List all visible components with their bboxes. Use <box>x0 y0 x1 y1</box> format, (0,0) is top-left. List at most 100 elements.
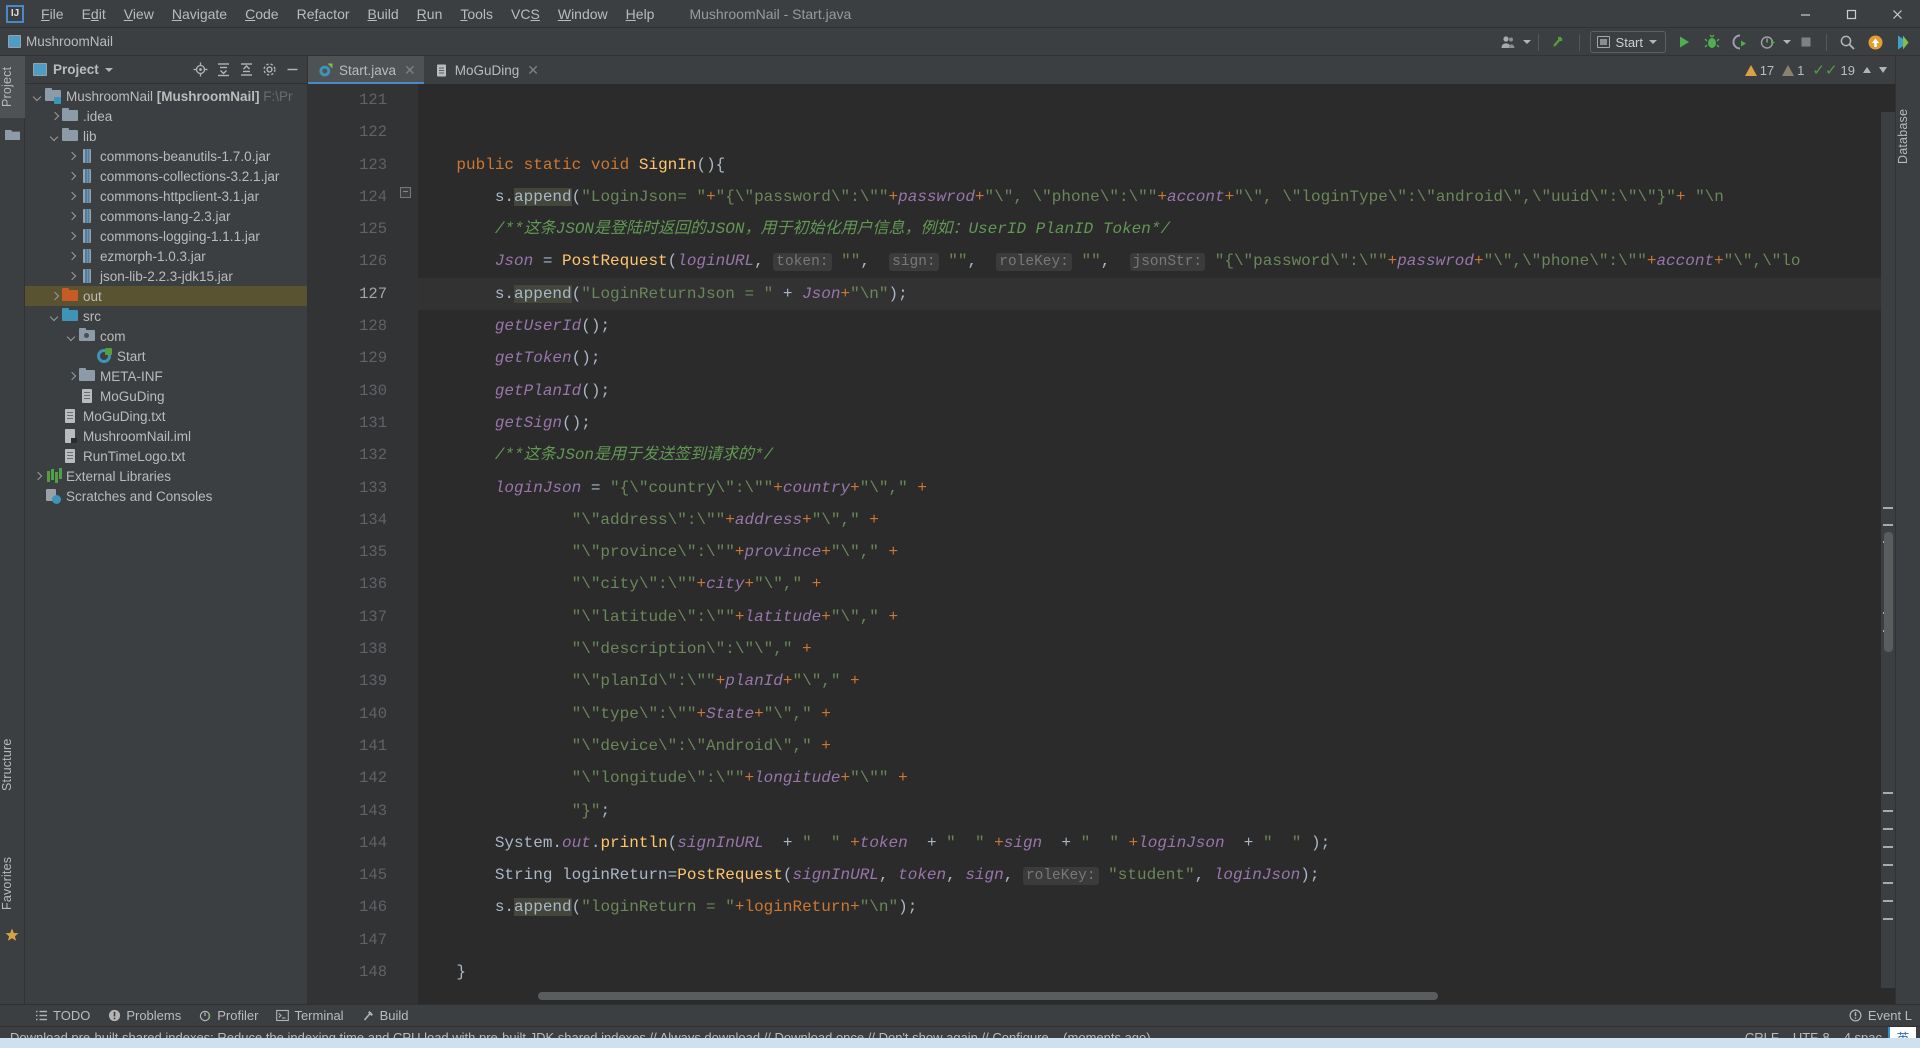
tab-close-icon[interactable]: ✕ <box>404 62 416 79</box>
code-line[interactable]: Json = PostRequest(loginURL, token: "", … <box>418 245 1895 277</box>
code-line[interactable]: System.out.println(signInURL + " " +toke… <box>418 827 1895 859</box>
tree-item[interactable]: META-INF <box>25 366 307 386</box>
code-line[interactable]: "\"planId\":\""+planId+"\"," + <box>418 665 1895 697</box>
line-number[interactable]: 126 <box>308 245 396 277</box>
code-line[interactable]: /**这条JSON是登陆时返回的JSON，用于初始化用户信息，例如：UserID… <box>418 213 1895 245</box>
collapse-all-icon[interactable] <box>235 59 257 81</box>
tree-expand-arrow[interactable] <box>65 250 78 263</box>
line-number[interactable]: 122 <box>308 116 396 148</box>
tree-item[interactable]: External Libraries <box>25 466 307 486</box>
tree-expand-arrow[interactable] <box>65 230 78 243</box>
tree-item[interactable]: lib <box>25 126 307 146</box>
tree-item[interactable]: commons-lang-2.3.jar <box>25 206 307 226</box>
code-line[interactable]: "\"device\":\"Android\"," + <box>418 730 1895 762</box>
tree-expand-arrow[interactable] <box>48 110 61 123</box>
line-number[interactable]: 129 <box>308 342 396 374</box>
tool-window-build[interactable]: Build <box>355 1006 416 1025</box>
menu-window[interactable]: Window <box>549 2 617 26</box>
menu-navigate[interactable]: Navigate <box>163 2 236 26</box>
code-folding-column[interactable]: − <box>396 84 418 1004</box>
tool-window-structure[interactable]: Structure <box>0 726 25 804</box>
menu-view[interactable]: View <box>115 2 163 26</box>
hide-panel-icon[interactable] <box>281 59 303 81</box>
bookmarks-icon[interactable] <box>5 128 20 142</box>
tab-moguding[interactable]: MoGuDing ✕ <box>424 56 547 84</box>
tree-item[interactable]: .idea <box>25 106 307 126</box>
project-tree[interactable]: MushroomNail [MushroomNail] F:\Pr .idea li… <box>25 84 307 506</box>
debug-button[interactable] <box>1699 30 1725 54</box>
tool-window-todo[interactable]: TODO <box>28 1006 97 1025</box>
line-number[interactable]: 146 <box>308 891 396 923</box>
code-line[interactable]: getPlanId(); <box>418 375 1895 407</box>
tool-window-profiler[interactable]: Profiler <box>192 1006 265 1025</box>
menu-refactor[interactable]: Refactor <box>288 2 359 26</box>
code-line[interactable]: getUserId(); <box>418 310 1895 342</box>
tree-item[interactable]: out <box>25 286 307 306</box>
tree-expand-arrow[interactable] <box>82 350 95 363</box>
chevron-down-icon[interactable] <box>104 67 113 72</box>
error-stripe-marker-bar[interactable] <box>1881 112 1895 988</box>
user-account-chevron-icon[interactable] <box>1522 40 1531 44</box>
tool-window-favorites[interactable]: Favorites <box>0 842 25 924</box>
warning-count[interactable]: 17 <box>1744 63 1774 78</box>
run-with-coverage-button[interactable] <box>1727 30 1753 54</box>
run-button[interactable] <box>1671 30 1697 54</box>
code-line[interactable] <box>418 116 1895 148</box>
line-number[interactable]: 127 <box>308 278 396 310</box>
menu-help[interactable]: Help <box>617 2 664 26</box>
settings-gear-icon[interactable] <box>258 59 280 81</box>
previous-problem-icon[interactable] <box>1863 67 1871 73</box>
horizontal-scrollbar-track[interactable] <box>418 990 1881 1004</box>
run-configuration-selector[interactable]: Start <box>1589 31 1666 53</box>
tree-item[interactable]: commons-httpclient-3.1.jar <box>25 186 307 206</box>
locate-icon[interactable] <box>189 59 211 81</box>
tree-expand-arrow[interactable] <box>48 130 61 143</box>
code-line[interactable]: "\"province\":\""+province+"\"," + <box>418 536 1895 568</box>
expand-all-icon[interactable] <box>212 59 234 81</box>
inspection-widget[interactable]: 17 1 ✓✓ 19 <box>1744 56 1887 84</box>
line-number[interactable]: 144 <box>308 827 396 859</box>
code-line[interactable]: "\"type\":\""+State+"\"," + <box>418 698 1895 730</box>
source-code[interactable]: public static void SignIn(){ s.append("L… <box>418 84 1895 1004</box>
code-line[interactable]: "\"address\":\""+address+"\"," + <box>418 504 1895 536</box>
code-line[interactable]: "\"longitude\":\""+longitude+"\"" + <box>418 762 1895 794</box>
line-number[interactable]: 145 <box>308 859 396 891</box>
tree-expand-arrow[interactable] <box>48 430 61 443</box>
code-line[interactable]: } <box>418 956 1895 988</box>
line-number[interactable]: 135 <box>308 536 396 568</box>
tree-item[interactable]: Scratches and Consoles <box>25 486 307 506</box>
code-editor[interactable]: 121 122 123 124 125 126 127 128 129 130 131 132 133 1… <box>308 84 1895 1004</box>
horizontal-scrollbar-thumb[interactable] <box>538 992 1438 1000</box>
tool-window-terminal[interactable]: Terminal <box>269 1006 350 1025</box>
tree-expand-arrow[interactable] <box>65 370 78 383</box>
vertical-scrollbar-thumb[interactable] <box>1884 532 1893 652</box>
fold-collapse-icon[interactable]: − <box>400 187 411 198</box>
tree-expand-arrow[interactable] <box>31 470 44 483</box>
stop-button[interactable] <box>1793 30 1819 54</box>
tree-expand-arrow[interactable] <box>31 490 44 503</box>
ok-count[interactable]: ✓✓ 19 <box>1812 63 1855 78</box>
maximize-button[interactable] <box>1828 0 1874 28</box>
menu-build[interactable]: Build <box>359 2 408 26</box>
code-line[interactable]: loginJson = "{\"country\":\""+country+"\… <box>418 472 1895 504</box>
code-line[interactable]: getSign(); <box>418 407 1895 439</box>
tree-item[interactable]: MushroomNail [MushroomNail] F:\Pr <box>25 86 307 106</box>
code-line[interactable]: public static void SignIn(){ <box>418 149 1895 181</box>
notifications-icon[interactable] <box>1862 30 1888 54</box>
line-number[interactable]: 139 <box>308 665 396 697</box>
line-number[interactable]: 136 <box>308 568 396 600</box>
tree-expand-arrow[interactable] <box>48 410 61 423</box>
tree-expand-arrow[interactable] <box>65 190 78 203</box>
line-number[interactable]: 121 <box>308 84 396 116</box>
tree-item[interactable]: commons-logging-1.1.1.jar <box>25 226 307 246</box>
tree-item[interactable]: commons-collections-3.2.1.jar <box>25 166 307 186</box>
line-number[interactable]: 134 <box>308 504 396 536</box>
line-number[interactable]: 142 <box>308 762 396 794</box>
tree-item[interactable]: MushroomNail.iml <box>25 426 307 446</box>
tree-expand-arrow[interactable] <box>65 170 78 183</box>
tree-expand-arrow[interactable] <box>65 150 78 163</box>
code-line[interactable]: /**这条JSon是用于发送签到请求的*/ <box>418 439 1895 471</box>
tree-expand-arrow[interactable] <box>65 330 78 343</box>
menu-code[interactable]: Code <box>236 2 287 26</box>
line-number[interactable]: 143 <box>308 795 396 827</box>
